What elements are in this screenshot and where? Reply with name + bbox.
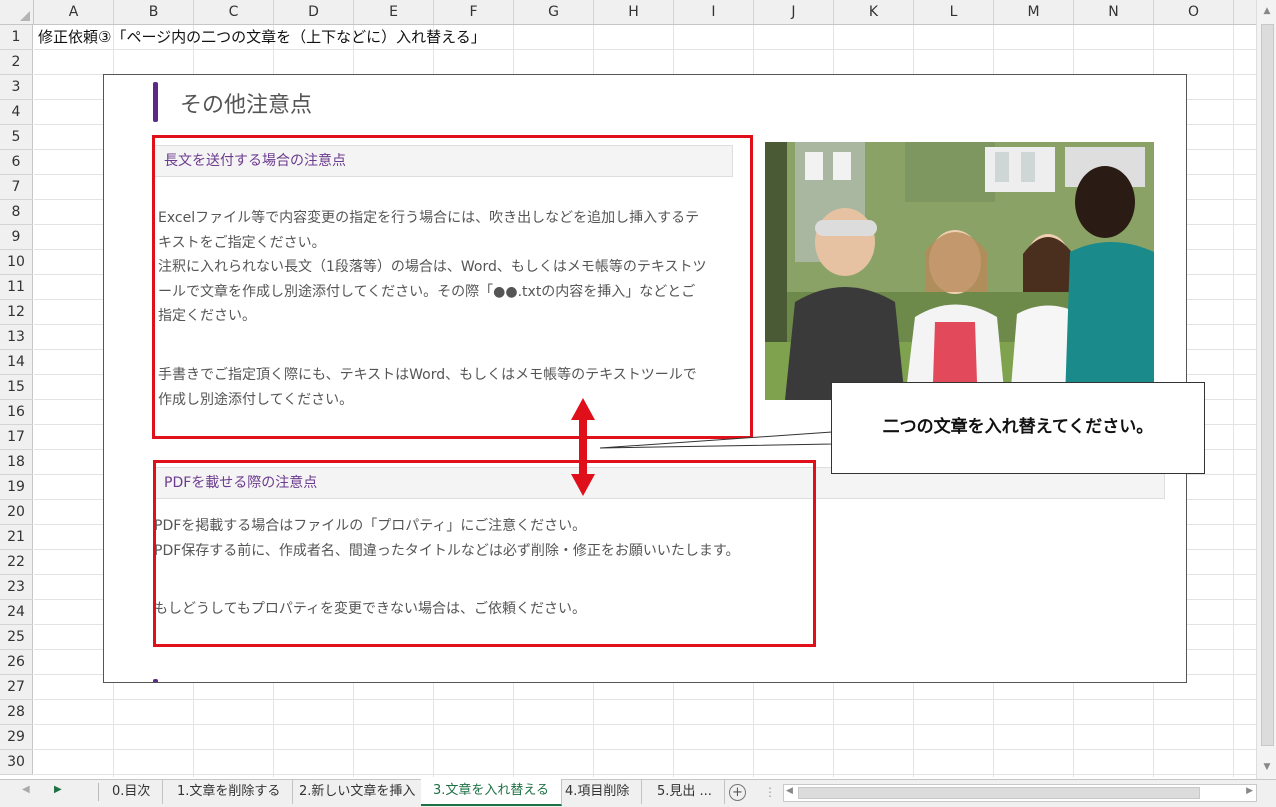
scroll-down-icon[interactable]: ▼ xyxy=(1257,758,1276,776)
sheet-tab-4[interactable]: 4.項目削除 xyxy=(553,780,643,804)
tab-scroll-right-icon[interactable]: ▶ xyxy=(54,784,62,795)
column-header-n[interactable]: N xyxy=(1074,0,1154,24)
add-sheet-icon[interactable]: + xyxy=(729,784,746,801)
row-header-28[interactable]: 28 xyxy=(0,700,33,725)
row-header-15[interactable]: 15 xyxy=(0,375,33,400)
column-header-c[interactable]: C xyxy=(194,0,274,24)
row-header-13[interactable]: 13 xyxy=(0,325,33,350)
page-title: その他注意点 xyxy=(180,93,313,118)
row-header-23[interactable]: 23 xyxy=(0,575,33,600)
row-header-30[interactable]: 30 xyxy=(0,750,33,775)
row-header-19[interactable]: 19 xyxy=(0,475,33,500)
tab-scroll-left-icon[interactable]: ◀ xyxy=(22,784,30,795)
row-header-20[interactable]: 20 xyxy=(0,500,33,525)
column-header-j[interactable]: J xyxy=(754,0,834,24)
column-header-f[interactable]: F xyxy=(434,0,514,24)
column-header-k[interactable]: K xyxy=(834,0,914,24)
sheet-tab-1[interactable]: 1.文章を削除する xyxy=(165,780,294,804)
row-header-24[interactable]: 24 xyxy=(0,600,33,625)
scroll-right-icon[interactable]: ▶ xyxy=(1246,786,1253,796)
column-header-a[interactable]: A xyxy=(34,0,114,24)
sheet-tab-0[interactable]: 0.目次 xyxy=(100,780,164,804)
column-header-i[interactable]: I xyxy=(674,0,754,24)
title-accent-bar xyxy=(153,82,158,122)
column-header-b[interactable]: B xyxy=(114,0,194,24)
row-header-3[interactable]: 3 xyxy=(0,75,33,100)
highlight-box-section2[interactable] xyxy=(153,460,816,647)
row-header-9[interactable]: 9 xyxy=(0,225,33,250)
row-header-25[interactable]: 25 xyxy=(0,625,33,650)
next-title-accent-bar xyxy=(153,679,158,682)
row-header-11[interactable]: 11 xyxy=(0,275,33,300)
row-header-6[interactable]: 6 xyxy=(0,150,33,175)
row-header-5[interactable]: 5 xyxy=(0,125,33,150)
select-all-corner[interactable] xyxy=(0,0,34,24)
row-header-12[interactable]: 12 xyxy=(0,300,33,325)
vertical-scroll-thumb[interactable] xyxy=(1261,24,1274,746)
vertical-scrollbar[interactable]: ▲ ▼ xyxy=(1256,0,1276,779)
callout-pointer xyxy=(600,431,833,449)
column-header-d[interactable]: D xyxy=(274,0,354,24)
scroll-left-icon[interactable]: ◀ xyxy=(786,786,793,796)
tab-divider xyxy=(98,783,99,801)
column-header-l[interactable]: L xyxy=(914,0,994,24)
horizontal-scroll-thumb[interactable] xyxy=(798,787,1200,799)
row-header-22[interactable]: 22 xyxy=(0,550,33,575)
horizontal-scrollbar[interactable]: ◀ ▶ xyxy=(783,784,1257,802)
row-header-17[interactable]: 17 xyxy=(0,425,33,450)
row-header-14[interactable]: 14 xyxy=(0,350,33,375)
callout-box[interactable]: 二つの文章を入れ替えてください。 xyxy=(831,382,1205,474)
row-header-27[interactable]: 27 xyxy=(0,675,33,700)
tab-split-handle-icon[interactable]: ⋮ xyxy=(764,785,776,799)
row-header-18[interactable]: 18 xyxy=(0,450,33,475)
sheet-tab-5[interactable]: 5.見出 ... xyxy=(645,780,725,804)
highlight-box-section1[interactable] xyxy=(152,135,753,439)
column-header-g[interactable]: G xyxy=(514,0,594,24)
row-header-4[interactable]: 4 xyxy=(0,100,33,125)
row-header-16[interactable]: 16 xyxy=(0,400,33,425)
row-header-26[interactable]: 26 xyxy=(0,650,33,675)
cell-a1-text[interactable]: 修正依頼③「ページ内の二つの文章を（上下などに）入れ替える」 xyxy=(38,26,486,47)
sheet-tab-2[interactable]: 2.新しい文章を挿入 xyxy=(287,780,429,804)
row-header-2[interactable]: 2 xyxy=(0,50,33,75)
row-header-8[interactable]: 8 xyxy=(0,200,33,225)
column-header-e[interactable]: E xyxy=(354,0,434,24)
column-header-m[interactable]: M xyxy=(994,0,1074,24)
row-header-29[interactable]: 29 xyxy=(0,725,33,750)
row-header-10[interactable]: 10 xyxy=(0,250,33,275)
row-header-21[interactable]: 21 xyxy=(0,525,33,550)
row-header-7[interactable]: 7 xyxy=(0,175,33,200)
scroll-up-icon[interactable]: ▲ xyxy=(1257,2,1276,20)
row-header-1[interactable]: 1 xyxy=(0,25,33,50)
column-header-o[interactable]: O xyxy=(1154,0,1234,24)
students-photo xyxy=(765,142,1154,400)
swap-arrow-icon xyxy=(571,398,595,496)
column-header-h[interactable]: H xyxy=(594,0,674,24)
sheet-tab-3[interactable]: 3.文章を入れ替える xyxy=(421,779,563,806)
sheet-tab-bar: ◀ ▶ 0.目次 1.文章を削除する 2.新しい文章を挿入 3.文章を入れ替える 4.項… xyxy=(0,779,1276,807)
